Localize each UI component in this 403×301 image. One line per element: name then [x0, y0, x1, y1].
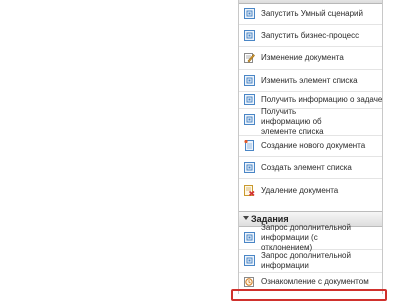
action-item-get-list-item-info[interactable]: Получить информацию об элементе списка [239, 107, 382, 136]
action-item-create-list-item[interactable]: Создать элемент списка [239, 157, 382, 179]
clock-task-icon [244, 276, 255, 287]
action-item-label: Получить информацию об элементе списка [261, 107, 324, 136]
action-item-label: Изменение документа [261, 53, 344, 62]
action-item-edit-document[interactable]: Изменение документа [239, 47, 382, 70]
action-item-run-smart-scenario[interactable]: Запустить Умный сценарий [239, 3, 382, 25]
generic-action-icon [244, 232, 255, 243]
new-document-icon [244, 140, 255, 151]
chevron-down-icon [243, 216, 249, 220]
action-item-delete-document[interactable]: Удаление документа [239, 179, 382, 202]
edit-document-icon [244, 52, 255, 63]
task-item-request-info-with-reject[interactable]: Запрос дополнительной информации (с откл… [239, 223, 382, 252]
delete-document-icon [244, 185, 255, 196]
generic-action-icon [244, 75, 255, 86]
generic-action-icon [244, 255, 255, 266]
task-item-label: Запрос дополнительной информации (с откл… [261, 223, 351, 252]
task-item-label: Запрос дополнительной информации [261, 251, 351, 270]
generic-action-icon [244, 114, 255, 125]
generic-action-icon [244, 94, 255, 105]
highlight-frame [231, 289, 387, 301]
generic-action-icon [244, 162, 255, 173]
action-item-label: Получить информацию о задаче [261, 95, 383, 104]
action-item-label: Удаление документа [261, 185, 339, 195]
action-item-label: Запустить бизнес-процесс [261, 30, 360, 40]
action-item-label: Создание нового документа [261, 141, 366, 150]
actions-toolbox-panel: Запустить Умный сценарий Запустить бизне… [238, 0, 383, 294]
generic-action-icon [244, 30, 255, 41]
action-item-update-list-item[interactable]: Изменить элемент списка [239, 70, 382, 92]
task-item-label: Ознакомление с документом [261, 277, 369, 286]
action-item-label: Запустить Умный сценарий [261, 8, 363, 18]
action-item-run-business-process[interactable]: Запустить бизнес-процесс [239, 25, 382, 47]
generic-action-icon [244, 8, 255, 19]
action-item-label: Изменить элемент списка [261, 75, 358, 85]
task-item-request-info[interactable]: Запрос дополнительной информации [239, 250, 382, 273]
action-item-label: Создать элемент списка [261, 162, 352, 172]
action-item-create-document[interactable]: Создание нового документа [239, 136, 382, 157]
